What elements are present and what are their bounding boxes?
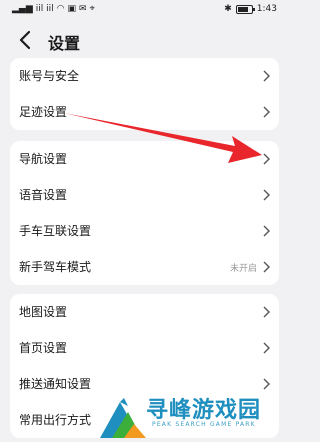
settings-item-label: 新手驾车模式 <box>19 260 92 274</box>
settings-item-label: 常用出行方式 <box>19 413 92 427</box>
settings-item-account-security[interactable]: 账号与安全 <box>10 58 279 94</box>
settings-item-status: 未开启 <box>229 264 257 274</box>
settings-item-homepage[interactable]: 首页设置 <box>10 330 279 366</box>
chevron-right-icon <box>263 378 270 390</box>
chevron-right-icon <box>263 261 270 273</box>
watermark-title: 寻峰游戏园 <box>146 398 262 423</box>
status-bar: ▂▄▆ iil iil ◠ ▣ ✉ ⌖ ✱ 1:43 <box>0 0 289 20</box>
status-time: 1:43 <box>256 4 277 14</box>
message-icon: ✉ <box>79 4 87 14</box>
chevron-right-icon <box>263 342 270 354</box>
settings-item-car-connect[interactable]: 手车互联设置 <box>10 213 279 249</box>
chevron-left-icon <box>19 30 31 50</box>
mountain-logo-icon <box>100 398 146 438</box>
settings-group-navigation: 导航设置 语音设置 手车互联设置 新手驾车模式 未开启 <box>10 141 279 285</box>
signal-icon: ▂▄▆ <box>12 4 33 14</box>
settings-item-label: 账号与安全 <box>19 69 80 83</box>
chevron-right-icon <box>263 189 270 201</box>
map-icon: ⌖ <box>89 4 95 14</box>
chevron-right-icon <box>263 306 270 318</box>
settings-item-label: 语音设置 <box>19 188 68 202</box>
battery-fill <box>237 6 248 12</box>
header: 设置 <box>0 22 289 60</box>
back-button[interactable] <box>14 28 38 52</box>
settings-item-voice[interactable]: 语音设置 <box>10 177 279 213</box>
chevron-right-icon <box>263 225 270 237</box>
settings-item-label: 首页设置 <box>19 341 68 355</box>
settings-item-map[interactable]: 地图设置 <box>10 294 279 330</box>
settings-item-label: 地图设置 <box>19 305 68 319</box>
bluetooth-icon: ✱ <box>224 4 232 14</box>
battery-icon <box>235 4 255 14</box>
settings-item-navigation[interactable]: 导航设置 <box>10 141 279 177</box>
wifi-icon: ◠ <box>56 4 65 14</box>
settings-item-footprint[interactable]: 足迹设置 <box>10 94 279 130</box>
chevron-right-icon <box>263 153 270 165</box>
settings-item-novice-mode[interactable]: 新手驾车模式 未开启 <box>10 249 279 285</box>
settings-item-label: 手车互联设置 <box>19 224 92 238</box>
page-title: 设置 <box>48 34 81 53</box>
settings-group-account: 账号与安全 足迹设置 <box>10 58 279 130</box>
status-left: ▂▄▆ iil iil ◠ ▣ ✉ ⌖ <box>12 4 95 14</box>
chevron-right-icon <box>263 70 270 82</box>
watermark-logo: 寻峰游戏园 PEAK SEARCH GAME PARK <box>96 390 289 442</box>
signal-text: iil iil <box>35 4 54 14</box>
settings-item-label: 导航设置 <box>19 152 68 166</box>
status-right: ✱ 1:43 <box>224 4 277 14</box>
settings-item-label: 足迹设置 <box>19 105 68 119</box>
chat-icon: ▣ <box>67 4 77 14</box>
chevron-right-icon <box>263 106 270 118</box>
watermark-subtitle: PEAK SEARCH GAME PARK <box>152 421 256 428</box>
settings-item-label: 推送通知设置 <box>19 377 92 391</box>
